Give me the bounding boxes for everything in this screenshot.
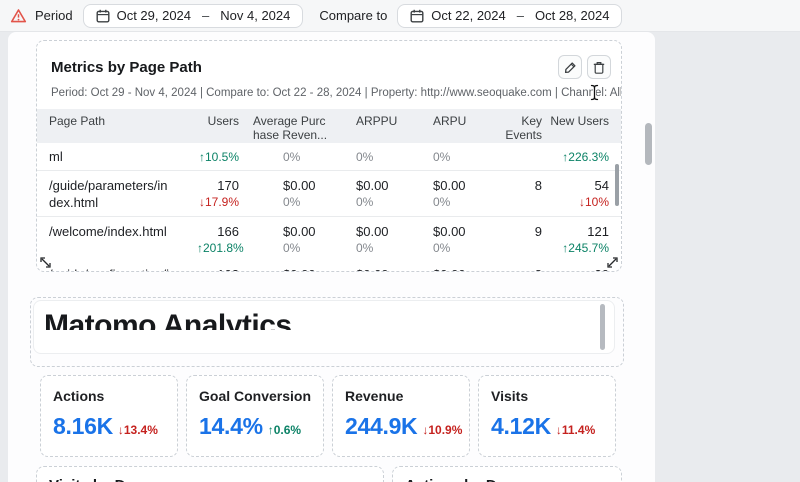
metric-delta: ↓11.4% (555, 423, 596, 437)
metric-delta: ↓10.9% (422, 423, 463, 437)
calendar-icon (96, 9, 110, 23)
compare-end-date: Oct 28, 2024 (534, 8, 610, 23)
metric-delta: ↑0.6% (267, 423, 302, 437)
compare-to-label: Compare to (319, 8, 388, 23)
widget-title: Metrics by Page Path (51, 58, 202, 76)
period-end-date: Nov 4, 2024 (220, 8, 291, 23)
column-key-events[interactable]: Key Events (491, 114, 547, 142)
toolbar: Period Oct 29, 2024 – Nov 4, 2024 Compar… (0, 0, 800, 32)
metric-value: 8.16K (53, 413, 113, 439)
column-users[interactable]: Users (197, 114, 245, 128)
matomo-header-widget[interactable]: Matomo Analytics (30, 297, 624, 367)
metric-delta: ↓13.4% (117, 423, 158, 437)
metric-value: 14.4% (199, 413, 263, 439)
visits-by-day-widget[interactable]: Visits by Day (36, 466, 384, 482)
column-arppu[interactable]: ARPPU (341, 114, 417, 128)
table-scrollbar-thumb[interactable] (615, 164, 619, 206)
calendar-icon (410, 9, 424, 23)
matomo-header-card: Matomo Analytics (33, 300, 615, 354)
table-header: Page Path Users Average Purc hase Reven.… (37, 109, 621, 143)
column-arpu[interactable]: ARPU (417, 114, 491, 128)
text-cursor-pointer (589, 84, 600, 106)
metric-card-revenue[interactable]: Revenue 244.9K ↓10.9% (332, 375, 470, 457)
table-row[interactable]: /welcome/index.html 166 ↑201.8% $0.00 0% $… (37, 217, 621, 261)
widget-filters-summary: Period: Oct 29 - Nov 4, 2024 | Compare t… (51, 87, 621, 99)
matomo-scrollbar-thumb[interactable] (600, 304, 605, 350)
period-start-date: Oct 29, 2024 (116, 8, 192, 23)
compare-date-range[interactable]: Oct 22, 2024 – Oct 28, 2024 (397, 3, 623, 28)
column-new-users[interactable]: New Users (547, 114, 609, 128)
period-date-separator: – (202, 8, 210, 23)
resize-handle-bottom-left[interactable] (39, 256, 52, 269)
page-scrollbar-thumb[interactable] (645, 123, 652, 165)
section-title: Matomo Analytics (44, 311, 292, 330)
warning-triangle-icon[interactable] (10, 8, 27, 24)
pencil-icon (564, 61, 576, 73)
dashboard-panel: Metrics by Page Path Period: Oct 29 - No… (8, 32, 655, 482)
column-average-purchase-revenue[interactable]: Average Purc hase Reven... (245, 114, 341, 142)
metric-card-visits[interactable]: Visits 4.12K ↓11.4% (478, 375, 616, 457)
metric-value: 4.12K (491, 413, 551, 439)
compare-date-separator: – (516, 8, 524, 23)
column-page-path[interactable]: Page Path (43, 114, 197, 128)
table-row[interactable]: /guide/configuration/i 102 $0.00 $0.00 $… (37, 261, 621, 271)
compare-start-date: Oct 22, 2024 (431, 8, 506, 23)
trash-icon (593, 61, 605, 74)
metric-card-goal-conversion-rate[interactable]: Goal Conversion R... 14.4% ↑0.6% (186, 375, 324, 457)
metric-value: 244.9K (345, 413, 418, 439)
metrics-widget[interactable]: Metrics by Page Path Period: Oct 29 - No… (36, 40, 622, 272)
period-label: Period (35, 8, 73, 23)
resize-handle-bottom-right[interactable] (606, 256, 619, 269)
table-row[interactable]: ml ↑10.5% 0% 0% 0% ↑226.3% (37, 143, 621, 171)
table-row[interactable]: /guide/parameters/in dex.html 170 ↓17.9% $… (37, 171, 621, 217)
actions-by-day-widget[interactable]: Actions by Day (392, 466, 622, 482)
metric-card-actions[interactable]: Actions 8.16K ↓13.4% (40, 375, 178, 457)
period-date-range[interactable]: Oct 29, 2024 – Nov 4, 2024 (82, 3, 304, 28)
delete-button[interactable] (587, 55, 611, 79)
edit-button[interactable] (558, 55, 582, 79)
